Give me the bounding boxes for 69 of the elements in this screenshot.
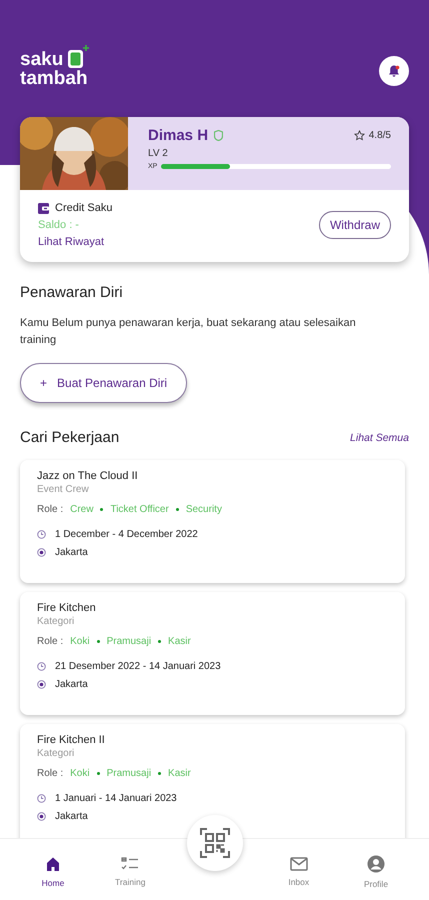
empty-offer-message: Kamu Belum punya penawaran kerja, buat sekarang atau selesaikan training bbox=[20, 316, 357, 348]
nav-tab[interactable]: Inbox bbox=[270, 839, 327, 900]
location-icon bbox=[37, 680, 46, 689]
job-card[interactable]: Jazz on The Cloud II Event Crew Role : Crew Ticket Officer Security 1 December - 4 December 2022 Jakarta bbox=[20, 460, 405, 583]
job-location: Jakarta bbox=[55, 811, 88, 822]
user-name: Dimas H bbox=[148, 127, 208, 144]
job-category: Kategori bbox=[37, 748, 76, 759]
bullet-dot bbox=[176, 508, 179, 511]
job-category: Event Crew bbox=[37, 484, 90, 495]
section-title: Cari Pekerjaan bbox=[20, 429, 120, 446]
role-tag: Pramusaji bbox=[106, 768, 152, 779]
bullet-dot bbox=[100, 508, 104, 511]
star-icon bbox=[354, 130, 365, 141]
balance-text: Saldo : - bbox=[38, 219, 80, 231]
bullet-dot bbox=[158, 640, 162, 643]
see-all-link[interactable]: Lihat Semua bbox=[350, 432, 409, 444]
role-label: Role : bbox=[37, 768, 64, 779]
location-icon bbox=[37, 548, 46, 557]
job-dates: 21 Desember 2022 - 14 Januari 2023 bbox=[55, 661, 221, 672]
bell-icon bbox=[387, 64, 401, 78]
mail-icon bbox=[290, 856, 308, 870]
role-tag: Ticket Officer bbox=[110, 504, 169, 515]
history-link[interactable]: Lihat Riwayat bbox=[38, 236, 112, 248]
home-icon bbox=[45, 856, 61, 872]
role-label: Role : bbox=[37, 636, 64, 647]
job-location: Jakarta bbox=[55, 679, 88, 690]
checklist-icon bbox=[121, 856, 140, 870]
role-label: Role : bbox=[37, 504, 64, 515]
clock-icon bbox=[37, 662, 46, 671]
job-dates: 1 December - 4 December 2022 bbox=[55, 529, 198, 540]
scan-button[interactable] bbox=[186, 815, 242, 871]
create-offer-button[interactable]: + Buat Penawaran Diri bbox=[20, 363, 188, 403]
job-title[interactable]: Fire Kitchen bbox=[37, 602, 388, 614]
logo-text: saku bbox=[20, 50, 64, 69]
credit-label: Credit Saku bbox=[55, 202, 112, 214]
job-title[interactable]: Fire Kitchen II bbox=[37, 734, 388, 746]
role-tag: Kasir bbox=[168, 768, 191, 779]
bullet-dot bbox=[96, 772, 100, 775]
bullet-dot bbox=[158, 772, 162, 775]
notification-button[interactable] bbox=[379, 56, 409, 86]
nav-tab[interactable]: Profile bbox=[348, 839, 404, 900]
nav-tab[interactable]: Home bbox=[25, 839, 81, 900]
job-location: Jakarta bbox=[55, 547, 88, 558]
section-title: Penawaran Diri bbox=[20, 284, 123, 301]
job-card[interactable]: Fire Kitchen Kategori Role : Koki Pramusaji Kasir 21 Desember 2022 - 14 Januari 2023 Jakarta bbox=[20, 592, 405, 715]
role-tag: Koki bbox=[70, 636, 90, 647]
rating-text: 4.8/5 bbox=[368, 130, 391, 141]
location-icon bbox=[37, 812, 46, 821]
role-tag: Security bbox=[186, 504, 222, 515]
nav-tab[interactable]: Training bbox=[102, 839, 158, 900]
clock-icon bbox=[37, 530, 46, 539]
logo-icon bbox=[66, 45, 90, 69]
logo-text: tambah bbox=[20, 69, 89, 88]
withdraw-button[interactable]: Withdraw bbox=[318, 211, 391, 239]
qr-code-icon bbox=[200, 828, 230, 858]
role-tag: Pramusaji bbox=[106, 636, 152, 647]
job-category: Kategori bbox=[37, 616, 76, 627]
job-title[interactable]: Jazz on The Cloud II bbox=[37, 470, 388, 482]
badge-icon bbox=[214, 130, 224, 141]
job-card[interactable]: Fire Kitchen II Kategori Role : Koki Pramusaji Kasir 1 Januari - 14 Januari 2023 Jakarta bbox=[20, 724, 405, 838]
role-tag: Crew bbox=[70, 504, 94, 515]
wallet-icon bbox=[38, 202, 49, 214]
level-label: LV 2 bbox=[148, 148, 168, 159]
role-tag: Koki bbox=[70, 768, 90, 779]
user-icon bbox=[367, 854, 385, 872]
role-tag: Kasir bbox=[168, 636, 191, 647]
bullet-dot bbox=[96, 640, 100, 643]
job-dates: 1 Januari - 14 Januari 2023 bbox=[55, 793, 177, 804]
clock-icon bbox=[37, 794, 46, 803]
